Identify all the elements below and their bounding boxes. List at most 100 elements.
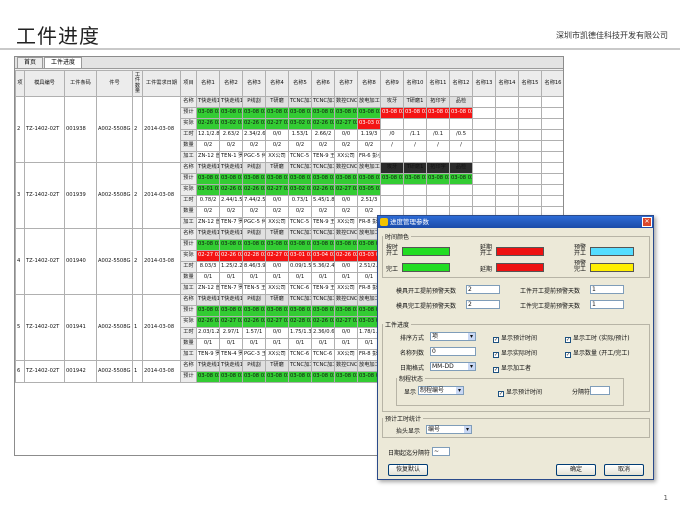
progress-cell[interactable]: T快走线1 [196,228,220,240]
progress-cell[interactable] [518,118,542,130]
progress-cell[interactable]: TEN-4 罗长城 [219,349,243,361]
progress-cell[interactable]: TCNC加工1 [288,162,312,174]
progress-cell[interactable]: 03-08 03-08 [311,173,335,185]
table-row[interactable]: 2TZ-1402-02T001938A002-5508G OFF22014-03… [15,96,563,163]
progress-cell[interactable]: 数控CNC [334,162,358,174]
progress-cell[interactable]: 0/2 [242,140,266,152]
progress-cell[interactable]: TCNC加工1 [288,294,312,306]
progress-cell[interactable]: 0/2 [242,206,266,218]
progress-cell[interactable]: 02-26 02-27 [219,250,243,262]
cell-part[interactable]: A002-5508G OFF [96,228,133,295]
progress-cell[interactable] [426,195,450,207]
progress-cell[interactable] [541,173,563,185]
column-header[interactable]: 名称8 [357,70,381,97]
cell-item[interactable]: 4 [15,228,25,295]
cell-mold[interactable]: TZ-1402-02T [24,228,65,295]
progress-cell[interactable]: 03-03 03-03 [357,118,381,130]
progress-cell[interactable]: 03-08 03-08 [219,239,243,251]
progress-cell[interactable]: 攻牙 [380,96,404,108]
progress-cell[interactable]: TEN-5 王家宝 [242,283,266,295]
progress-cell[interactable]: 1.19/3 [357,129,381,141]
cell-item[interactable]: 2 [15,96,25,163]
progress-cell[interactable]: 02-27 02-27 [334,118,358,130]
cell-qty[interactable]: 2 [132,228,143,295]
progress-cell[interactable]: PGC-5 何开坤 [242,217,266,229]
table-row[interactable]: 3TZ-1402-02T001939A002-5508G SKN22014-03… [15,162,563,229]
progress-cell[interactable]: 0/2 [219,206,243,218]
progress-cell[interactable]: 2.66/2 [311,129,335,141]
progress-cell[interactable]: 03-08 03-08 [288,173,312,185]
progress-cell[interactable] [449,184,473,196]
progress-cell[interactable] [403,118,427,130]
progress-cell[interactable]: 2.97/1 [219,327,243,339]
progress-cell[interactable]: 0.09/1.5 [288,261,312,273]
progress-cell[interactable]: T快走线1 [196,294,220,306]
progress-cell[interactable]: 03-08 03-08 [265,107,289,119]
cell-mold[interactable]: TZ-1402-02T [24,96,65,163]
mold-start-warn-input[interactable]: 2 [466,285,500,294]
warn-finish-color-swatch[interactable] [590,263,634,272]
ok-button[interactable]: 确定 [556,464,596,476]
progress-cell[interactable]: TCNC加工1 [288,228,312,240]
progress-cell[interactable]: 1.75/1.3 [288,327,312,339]
progress-cell[interactable]: 03-08 03-08 [196,371,220,383]
progress-cell[interactable]: 7.44/2.5 [242,195,266,207]
progress-cell[interactable]: 0/2 [311,140,335,152]
progress-cell[interactable]: XX公司 [334,349,358,361]
columns-input[interactable]: 0 [430,347,476,356]
progress-cell[interactable]: T快走线1 [196,96,220,108]
progress-cell[interactable]: TCNC加工1 [288,96,312,108]
progress-cell[interactable] [541,96,563,108]
column-header[interactable]: 名称9 [380,70,404,97]
progress-cell[interactable]: 03-08 03-08 [288,107,312,119]
piece-start-warn-input[interactable]: 1 [590,285,624,294]
progress-cell[interactable]: T快走线1 [219,162,243,174]
progress-cell[interactable]: TCNC加工2 [311,228,335,240]
progress-cell[interactable]: 数控CNC [334,96,358,108]
sort-select[interactable]: 项 [430,332,476,341]
progress-cell[interactable]: TCNC加工2 [311,294,335,306]
progress-cell[interactable]: 03-08 03-08 [311,239,335,251]
progress-cell[interactable] [380,151,404,163]
progress-cell[interactable]: 1.25/2.25 [219,261,243,273]
progress-cell[interactable]: 02-27 02-28 [196,250,220,262]
progress-cell[interactable]: ZN-12 曾庆峰 [196,151,220,163]
progress-cell[interactable]: TCNC-6 戴凤凤 [288,349,312,361]
progress-cell[interactable]: / [403,140,427,152]
progress-cell[interactable]: 03-08 03-08 [403,107,427,119]
tab-progress[interactable]: 工件进度 [44,57,83,68]
progress-cell[interactable]: 02-26 03-03 [242,118,266,130]
progress-cell[interactable]: 放电加工 [357,162,381,174]
progress-cell[interactable]: 1.57/1 [242,327,266,339]
progress-cell[interactable] [518,151,542,163]
cell-mold[interactable]: TZ-1402-02T [24,294,65,361]
column-header[interactable]: 名称4 [265,70,289,97]
delay-color-swatch[interactable] [496,247,544,256]
progress-cell[interactable]: 0/1 [196,338,220,350]
progress-cell[interactable]: 03-08 03-08 [265,305,289,317]
progress-cell[interactable] [518,96,542,108]
progress-cell[interactable]: 02-26 02-27 [334,250,358,262]
progress-cell[interactable]: XX公司 [334,151,358,163]
progress-cell[interactable]: 03-08 03-08 [196,107,220,119]
column-header[interactable]: 名称6 [311,70,335,97]
progress-cell[interactable]: 03-01 03-01 [288,250,312,262]
progress-cell[interactable]: 0/1 [311,338,335,350]
progress-cell[interactable]: 03-08 03-08 [265,239,289,251]
progress-cell[interactable]: 03-08 03-08 [334,107,358,119]
column-header[interactable]: 项 [15,70,25,97]
progress-cell[interactable]: T快走线1 [219,228,243,240]
progress-cell[interactable]: XX公司 [265,217,289,229]
progress-cell[interactable]: 0/1 [334,272,358,284]
progress-cell[interactable]: 0/1 [242,338,266,350]
progress-cell[interactable] [403,151,427,163]
progress-cell[interactable] [495,184,519,196]
progress-cell[interactable]: 03-08 03-08 [242,371,266,383]
progress-cell[interactable]: 0/1 [334,338,358,350]
column-header[interactable]: 件号 [96,70,133,97]
progress-cell[interactable]: XX公司 [265,349,289,361]
date-format-select[interactable]: MM-DD [430,362,476,371]
progress-cell[interactable]: 数控CNC [334,228,358,240]
progress-cell[interactable]: 02-26 02-27 [242,316,266,328]
show-actual-time-checkbox[interactable]: ✓ 显示实际时间 [493,348,537,358]
